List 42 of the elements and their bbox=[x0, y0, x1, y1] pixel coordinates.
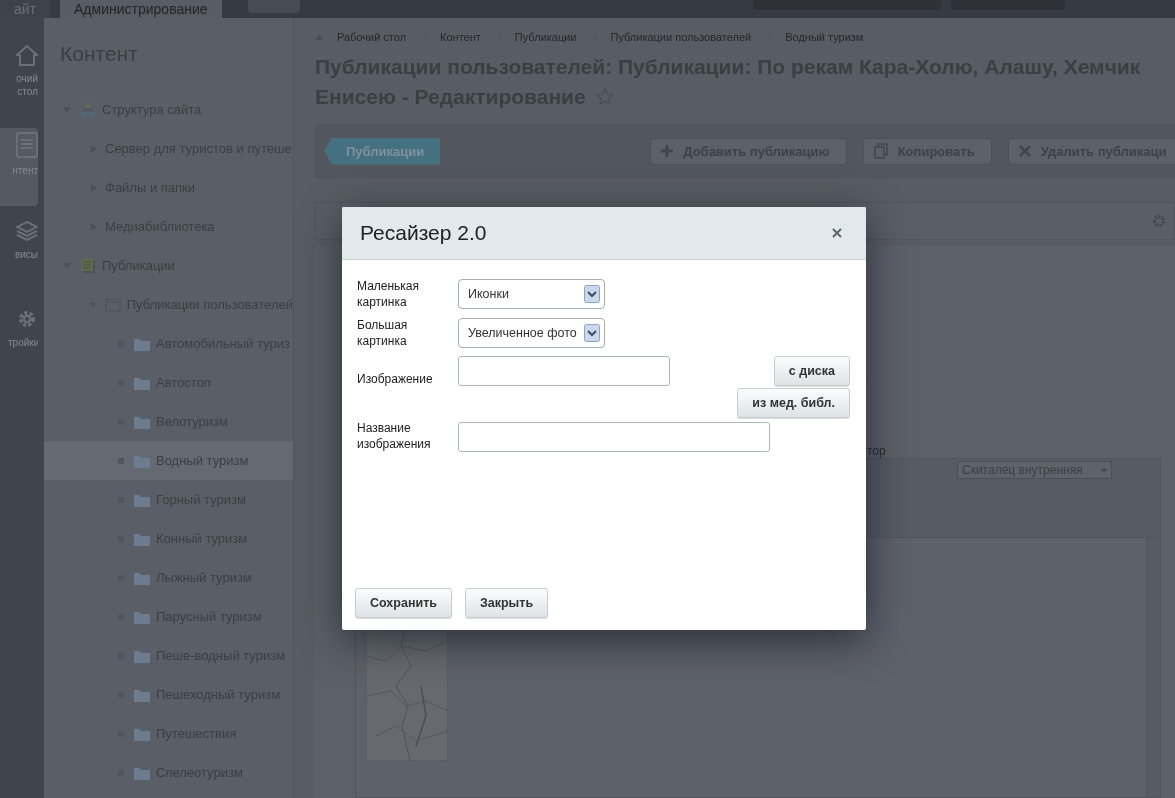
dropdown-arrow-icon bbox=[1101, 468, 1107, 472]
document-stack-icon bbox=[80, 257, 96, 274]
rail-label: очий стол bbox=[15, 72, 38, 98]
field-label: Большая картинка bbox=[357, 317, 409, 349]
rail-label: висы bbox=[13, 248, 38, 261]
field-label: Название изображения bbox=[357, 420, 432, 452]
upload-button[interactable]: из мед. библ. bbox=[737, 388, 850, 418]
settings-icon bbox=[16, 308, 38, 330]
folder-icon bbox=[134, 375, 150, 390]
folder-icon bbox=[134, 453, 150, 468]
services-icon bbox=[16, 220, 38, 242]
plus-icon bbox=[661, 145, 674, 157]
site-structure-icon bbox=[80, 101, 96, 118]
folder-icon bbox=[134, 609, 150, 624]
folder-icon bbox=[134, 648, 150, 663]
image-name-field[interactable] bbox=[458, 422, 770, 452]
rail-label: тройки bbox=[8, 336, 38, 349]
field-label: Маленькая картинка bbox=[357, 278, 421, 310]
folder-icon bbox=[134, 765, 150, 780]
dialog-title: Ресайзер 2.0 bbox=[360, 221, 487, 245]
folder-icon bbox=[134, 492, 150, 507]
dialog-button[interactable]: Закрыть bbox=[464, 588, 549, 618]
folder-icon bbox=[134, 531, 150, 546]
folder-icon bbox=[134, 414, 150, 429]
select-field[interactable]: Иконки bbox=[458, 279, 605, 309]
select-field[interactable]: Увеличенное фото bbox=[458, 318, 605, 348]
folder-icon bbox=[134, 570, 150, 585]
top-tab[interactable]: Администрирование bbox=[60, 0, 222, 18]
field-label: Изображение bbox=[357, 371, 434, 387]
section-tag[interactable]: Публикации bbox=[324, 137, 441, 165]
folder-icon bbox=[134, 687, 150, 702]
copy-icon bbox=[873, 143, 888, 159]
folder-icon bbox=[134, 726, 150, 741]
content-icon bbox=[16, 132, 38, 158]
settings-icon[interactable] bbox=[1152, 214, 1166, 228]
dialog-button[interactable]: Сохранить bbox=[355, 588, 452, 618]
folder-icon bbox=[134, 336, 150, 351]
close-icon bbox=[832, 228, 842, 238]
upload-button[interactable]: с диска bbox=[773, 356, 850, 386]
image-path-field[interactable] bbox=[458, 356, 670, 386]
close-icon bbox=[1018, 145, 1031, 157]
home-icon bbox=[16, 44, 38, 66]
